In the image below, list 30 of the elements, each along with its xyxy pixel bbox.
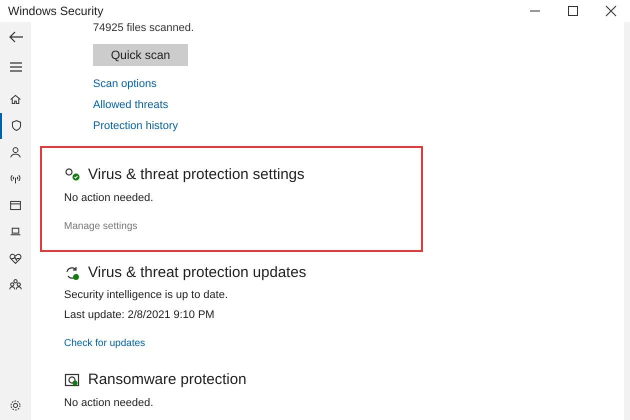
status-text: No action needed.: [64, 190, 154, 206]
status-text: Security intelligence is up to date.: [64, 288, 229, 303]
quick-scan-button[interactable]: Quick scan: [93, 44, 188, 66]
link[interactable]: Check for updates: [64, 336, 146, 351]
refresh-icon: [64, 264, 80, 281]
status-text: No action needed.: [64, 396, 154, 410]
window-icon: [9, 198, 22, 212]
window-title: Windows Security: [7, 3, 104, 20]
link[interactable]: Allowed threats: [93, 98, 168, 113]
scan-status: 74925 files scanned.: [93, 22, 194, 34]
section-title: Ransomware protection: [88, 370, 246, 390]
heart-icon: [9, 252, 22, 265]
maximize-icon: [567, 5, 579, 17]
section-title: Virus & threat protection updates: [88, 262, 306, 282]
safe-icon: [64, 372, 80, 388]
settings-button[interactable]: [9, 399, 22, 412]
person-icon: [9, 146, 22, 159]
link[interactable]: Protection history: [93, 119, 178, 134]
status-text: Last update: 2/8/2021 9:10 PM: [64, 308, 216, 323]
link[interactable]: Manage settings: [64, 218, 138, 234]
settings-icon: [9, 399, 22, 412]
people-icon: [9, 278, 22, 292]
gear-check-icon: [64, 167, 80, 184]
link[interactable]: Scan options: [93, 77, 157, 92]
close-icon: [605, 5, 617, 17]
shield-icon: [10, 119, 23, 132]
home-icon: [9, 92, 22, 106]
back-icon: [8, 29, 24, 45]
section-title: Virus & threat protection settings: [88, 165, 305, 185]
antenna-icon: [9, 172, 22, 186]
